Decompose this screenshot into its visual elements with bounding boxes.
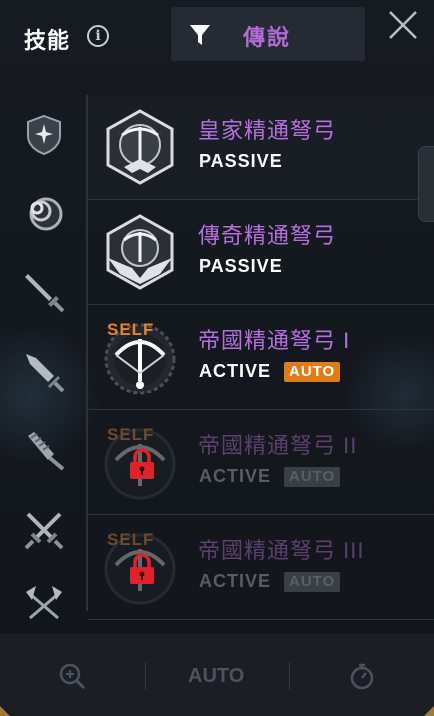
info-icon[interactable]: i — [87, 25, 109, 47]
category-sidebar — [0, 78, 88, 634]
crossbow-passive-icon — [106, 109, 174, 185]
crossed-swords-icon[interactable] — [22, 508, 66, 552]
skill-row[interactable]: 皇家精通弩弓 PASSIVE — [88, 95, 434, 200]
skill-row[interactable]: SELF 帝國精通弩弓 I ACTIVE AUTO — [88, 305, 434, 410]
self-tag: SELF — [107, 425, 155, 444]
auto-badge: AUTO — [284, 362, 341, 382]
lock-icon — [130, 553, 154, 584]
skill-name: 皇家精通弩弓 — [198, 118, 337, 143]
skill-row-locked[interactable]: SELF 帝國精通弩弓 II ACTIVE AUTO — [88, 410, 434, 515]
skill-type: ACTIVE — [199, 361, 272, 381]
mace-icon[interactable] — [22, 428, 66, 472]
filter-label: 傳說 — [243, 25, 292, 50]
skill-list: 皇家精通弩弓 PASSIVE 傳奇精通弩弓 PASSIVE SELF 帝國精通弩… — [88, 95, 434, 620]
triple-ring-icon[interactable] — [22, 192, 66, 236]
skill-name: 帝國精通弩弓 III — [198, 538, 365, 563]
dagger-icon[interactable] — [22, 350, 66, 394]
close-icon[interactable] — [386, 8, 420, 42]
skill-row[interactable]: 傳奇精通弩弓 PASSIVE — [88, 200, 434, 305]
bottom-divider — [289, 662, 290, 690]
skill-row-locked[interactable]: SELF 帝國精通弩弓 III ACTIVE AUTO — [88, 515, 434, 620]
shield-emblem-icon[interactable] — [22, 112, 66, 156]
self-tag: SELF — [107, 320, 155, 339]
skill-name: 帝國精通弩弓 II — [198, 433, 358, 458]
bottom-bar: AUTO — [0, 634, 434, 716]
filter-button[interactable]: 傳說 — [171, 7, 365, 61]
zoom-in-icon[interactable] — [58, 662, 86, 690]
crossed-axes-icon[interactable] — [22, 582, 66, 626]
sword-icon[interactable] — [22, 270, 66, 314]
auto-badge: AUTO — [284, 467, 341, 487]
skill-type: PASSIVE — [199, 256, 283, 276]
filter-icon — [190, 25, 210, 45]
skill-type: PASSIVE — [199, 151, 283, 171]
scroll-handle[interactable] — [418, 146, 434, 222]
auto-button[interactable]: AUTO — [188, 665, 244, 688]
corner-ornament — [424, 706, 434, 716]
page-title: 技能 — [24, 28, 71, 53]
corner-ornament — [0, 706, 10, 716]
skill-type: ACTIVE — [199, 466, 272, 486]
lock-icon — [130, 448, 154, 479]
skill-type: ACTIVE — [199, 571, 272, 591]
header: 技能 i 傳說 — [0, 0, 434, 78]
stopwatch-icon[interactable] — [349, 662, 375, 690]
skill-name: 傳奇精通弩弓 — [198, 223, 337, 248]
self-tag: SELF — [107, 530, 155, 549]
auto-badge: AUTO — [284, 572, 341, 592]
bottom-divider — [145, 662, 146, 690]
crossbow-passive-icon — [106, 214, 174, 290]
skill-name: 帝國精通弩弓 I — [198, 328, 351, 353]
